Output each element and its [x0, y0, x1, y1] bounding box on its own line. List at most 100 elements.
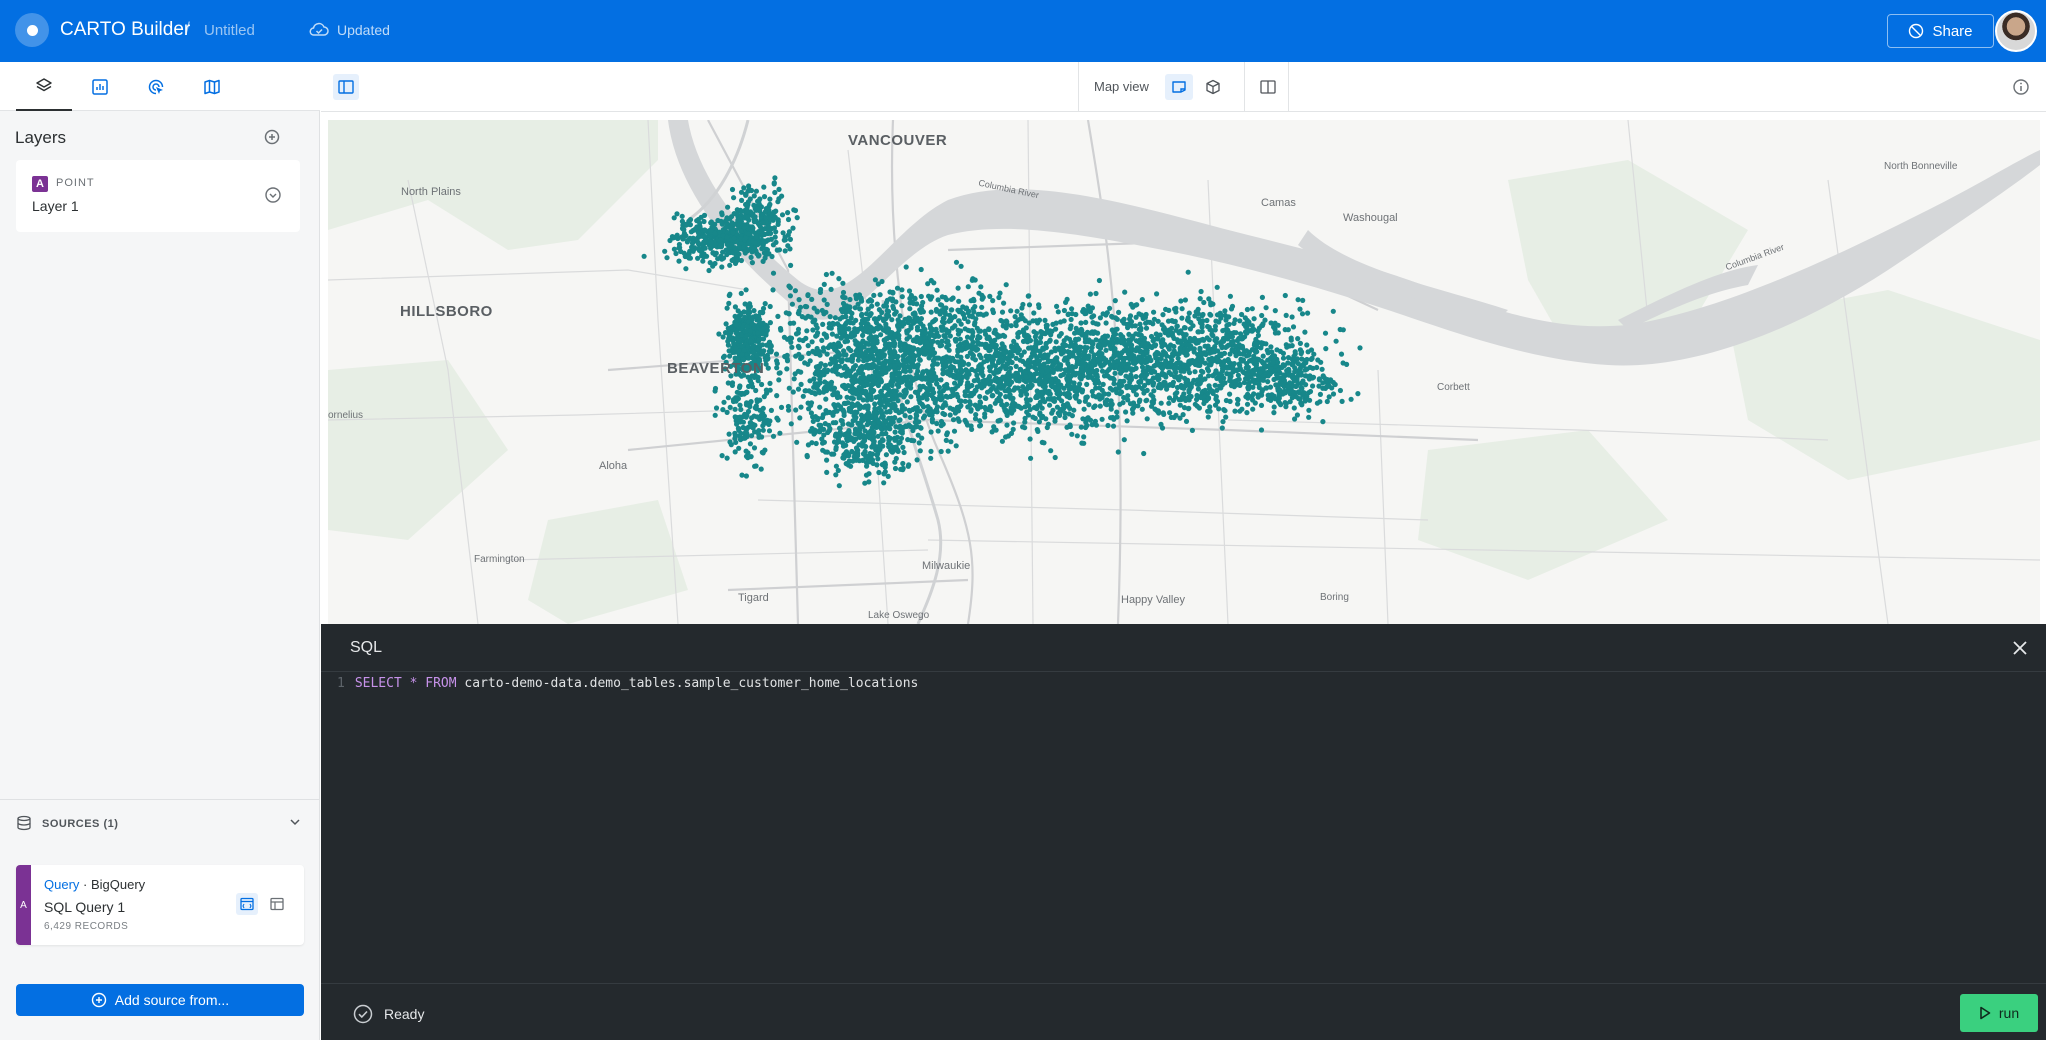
sources-header[interactable]: SOURCES (1): [0, 799, 320, 847]
info-icon[interactable]: [2012, 78, 2030, 96]
data-point: [838, 372, 845, 378]
data-point: [1125, 340, 1131, 347]
data-point: [756, 252, 762, 258]
data-point: [1206, 361, 1212, 368]
data-point: [768, 343, 774, 349]
data-point: [1143, 325, 1150, 331]
data-point: [1141, 450, 1147, 457]
data-point: [1263, 341, 1269, 347]
data-point: [944, 432, 950, 438]
data-point: [1014, 308, 1020, 314]
data-point: [1200, 336, 1206, 342]
data-point: [1133, 331, 1139, 337]
2d-view-button[interactable]: [1165, 74, 1193, 100]
split-view-button[interactable]: [1244, 62, 1290, 112]
source-item[interactable]: A Query · BigQuery SQL Query 1 6,429 REC…: [16, 865, 304, 945]
map-title[interactable]: Untitled: [204, 22, 255, 39]
3d-view-button[interactable]: [1199, 74, 1227, 100]
data-point: [1042, 317, 1048, 323]
data-point: [1036, 302, 1042, 308]
data-point: [922, 413, 928, 419]
user-avatar[interactable]: [1995, 10, 2037, 52]
data-point: [749, 260, 755, 266]
tab-interactions[interactable]: [128, 62, 184, 111]
data-point: [730, 230, 736, 236]
data-point: [1065, 390, 1071, 396]
data-point: [955, 416, 961, 422]
data-point: [1108, 403, 1114, 409]
data-point: [733, 439, 739, 445]
data-point: [869, 298, 875, 304]
data-point: [1259, 312, 1265, 319]
data-point: [1044, 424, 1050, 431]
data-point: [1092, 329, 1098, 335]
data-point: [1026, 293, 1032, 299]
data-point: [1023, 374, 1029, 380]
data-point: [1148, 378, 1154, 384]
data-point: [731, 211, 737, 217]
carto-logo[interactable]: [15, 13, 49, 47]
tab-layers[interactable]: [16, 62, 72, 111]
data-point: [690, 248, 696, 254]
data-point: [894, 434, 901, 440]
layer-options-icon[interactable]: [264, 186, 282, 204]
data-point: [683, 266, 689, 272]
data-point: [1151, 316, 1157, 322]
data-point: [733, 321, 740, 328]
view-table-button[interactable]: [266, 893, 288, 915]
data-point: [1173, 305, 1179, 311]
data-point: [1191, 335, 1198, 341]
data-point: [867, 393, 873, 399]
edit-query-button[interactable]: [236, 893, 258, 915]
data-point: [999, 438, 1006, 444]
data-point: [870, 388, 876, 394]
data-point: [1326, 394, 1332, 400]
data-point: [892, 459, 898, 465]
data-point: [1077, 375, 1083, 381]
data-point: [873, 414, 879, 420]
data-point: [1033, 318, 1039, 324]
data-point: [765, 224, 771, 230]
tab-basemaps[interactable]: [184, 62, 240, 111]
data-point: [1263, 305, 1269, 311]
data-point: [853, 294, 859, 300]
data-point: [993, 346, 999, 352]
data-point: [805, 400, 811, 406]
data-point: [1081, 349, 1087, 355]
data-point: [729, 382, 735, 388]
data-point: [890, 290, 896, 296]
data-point: [879, 437, 886, 443]
data-point: [821, 297, 827, 303]
toggle-panel-button[interactable]: [333, 74, 359, 100]
data-point: [774, 247, 780, 253]
data-point: [874, 301, 880, 307]
data-point: [1210, 301, 1216, 307]
add-source-button[interactable]: Add source from...: [16, 984, 304, 1016]
data-point: [1032, 415, 1038, 421]
data-point: [747, 441, 753, 447]
data-point: [874, 357, 880, 363]
data-point: [1008, 430, 1015, 436]
data-point: [1213, 368, 1219, 374]
data-point: [930, 366, 936, 372]
data-point: [1181, 368, 1187, 374]
data-point: [1148, 357, 1154, 363]
source-type-link[interactable]: Query: [44, 877, 79, 892]
data-point: [906, 462, 912, 468]
data-point: [852, 402, 858, 408]
tab-widgets[interactable]: [72, 62, 128, 111]
share-button[interactable]: Share: [1887, 14, 1994, 48]
data-point: [956, 318, 962, 324]
data-point: [1280, 350, 1286, 356]
map-canvas[interactable]: VANCOUVER HILLSBORO BEAVERTON North Plai…: [328, 120, 2040, 624]
data-point: [975, 378, 981, 384]
data-point: [1024, 409, 1030, 415]
layer-item[interactable]: A POINT Layer 1: [16, 160, 300, 232]
data-point: [845, 318, 851, 324]
chevron-down-icon[interactable]: [288, 815, 302, 829]
add-layer-icon[interactable]: [263, 128, 281, 146]
data-point: [747, 328, 753, 334]
data-point: [914, 457, 920, 463]
data-point: [1041, 346, 1047, 352]
data-point: [1348, 396, 1354, 402]
